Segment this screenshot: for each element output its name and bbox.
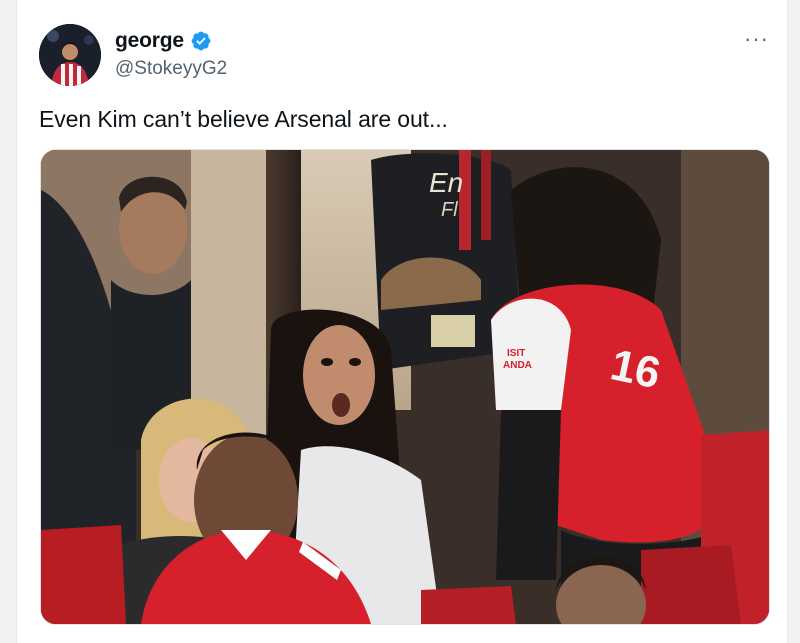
tweet-text: Even Kim can’t believe Arsenal are out..… xyxy=(39,106,448,132)
tweet-photo[interactable]: En Fl ISIT ANDA 16 xyxy=(40,149,770,625)
handle[interactable]: @StokeyyG2 xyxy=(115,58,227,80)
verified-badge-icon xyxy=(191,31,211,51)
jersey-number: 16 xyxy=(606,340,664,398)
sleeve-text-line1: ISIT xyxy=(507,348,525,359)
sleeve-text-line2: ANDA xyxy=(503,360,532,371)
more-options-icon[interactable]: ··· xyxy=(744,26,769,52)
photo-image: En Fl ISIT ANDA 16 xyxy=(41,150,769,624)
sponsor-text: En xyxy=(429,167,463,198)
tweet-card[interactable]: george @StokeyyG2 ··· Even Kim can’t bel… xyxy=(16,0,788,643)
display-name[interactable]: george xyxy=(115,29,184,53)
sponsor-text-line2: Fl xyxy=(441,199,458,221)
avatar-photo xyxy=(39,24,101,86)
avatar[interactable] xyxy=(39,24,101,86)
